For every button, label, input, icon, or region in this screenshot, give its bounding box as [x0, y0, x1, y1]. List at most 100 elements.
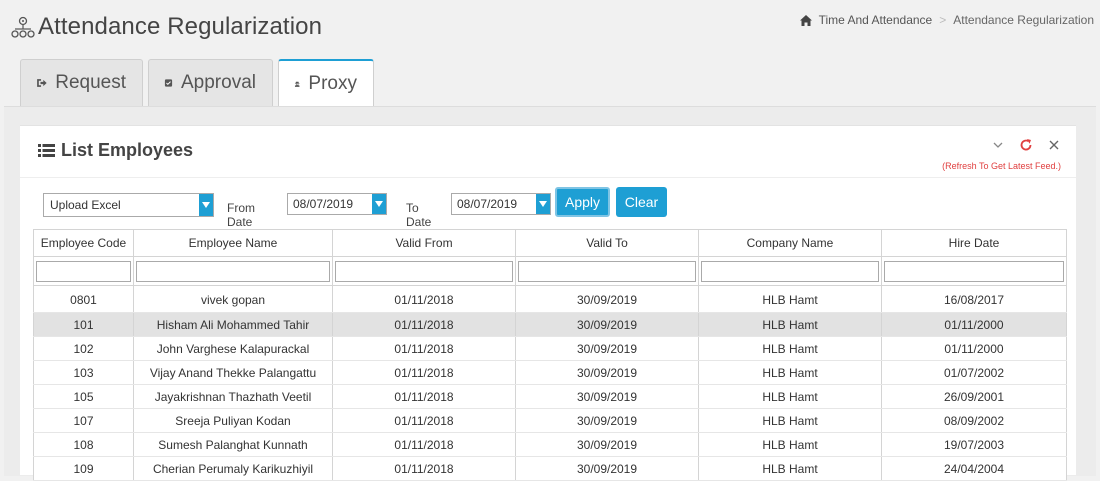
cell-company-name: HLB Hamt — [698, 360, 882, 385]
cell-hire-date: 01/11/2000 — [881, 312, 1067, 337]
upload-type-select[interactable]: Upload Excel — [43, 193, 214, 217]
table-row[interactable]: 107 Sreeja Puliyan Kodan 01/11/2018 30/0… — [33, 408, 1067, 433]
caret-down-icon — [375, 201, 383, 207]
list-icon — [38, 144, 55, 157]
sign-out-icon — [37, 79, 47, 87]
panel-title: List Employees — [38, 140, 193, 161]
filter-hire-date-input[interactable] — [884, 260, 1064, 282]
filter-employee-code-input[interactable] — [36, 260, 131, 282]
filter-cell — [698, 256, 882, 286]
cell-hire-date: 19/07/2003 — [881, 432, 1067, 457]
refresh-icon[interactable] — [1018, 137, 1034, 153]
tab-bar: Request Approval Proxy — [20, 59, 374, 107]
breadcrumb-current: Attendance Regularization — [953, 13, 1094, 27]
column-header-employee-code[interactable]: Employee Code — [33, 229, 134, 257]
from-date-dropdown-button[interactable] — [372, 194, 386, 214]
column-header-valid-to[interactable]: Valid To — [515, 229, 699, 257]
cell-valid-from: 01/11/2018 — [332, 408, 516, 433]
table-row[interactable]: 103 Vijay Anand Thekke Palangattu 01/11/… — [33, 360, 1067, 385]
cell-valid-to: 30/09/2019 — [515, 288, 699, 313]
breadcrumb-link-time-and-attendance[interactable]: Time And Attendance — [819, 13, 933, 27]
tab-request[interactable]: Request — [20, 59, 143, 106]
to-date-dropdown-button[interactable] — [536, 194, 550, 214]
tab-approval-label: Approval — [181, 72, 256, 93]
from-date-label: From Date — [227, 201, 255, 229]
cell-valid-to: 30/09/2019 — [515, 408, 699, 433]
cell-hire-date: 24/04/2004 — [881, 456, 1067, 481]
breadcrumb-separator: > — [939, 13, 947, 27]
collapse-chevron-down-icon[interactable] — [990, 137, 1006, 153]
cell-valid-from: 01/11/2018 — [332, 336, 516, 361]
table-row[interactable]: 105 Jayakrishnan Thazhath Veetil 01/11/2… — [33, 384, 1067, 409]
cell-employee-code: 108 — [33, 432, 134, 457]
close-icon[interactable] — [1046, 137, 1062, 153]
page-title: Attendance Regularization — [38, 13, 323, 40]
home-icon[interactable] — [799, 14, 812, 26]
cell-valid-from: 01/11/2018 — [332, 432, 516, 457]
to-date-value: 08/07/2019 — [457, 197, 518, 211]
clear-button[interactable]: Clear — [616, 187, 667, 217]
column-header-company-name[interactable]: Company Name — [698, 229, 882, 257]
column-header-employee-name[interactable]: Employee Name — [133, 229, 333, 257]
cell-company-name: HLB Hamt — [698, 384, 882, 409]
cell-hire-date: 01/07/2002 — [881, 360, 1067, 385]
cell-valid-from: 01/11/2018 — [332, 312, 516, 337]
upload-type-dropdown-button[interactable] — [199, 194, 213, 216]
cell-employee-code: 107 — [33, 408, 134, 433]
filter-employee-name-input[interactable] — [136, 260, 330, 282]
table-header-row: Employee Code Employee Name Valid From V… — [33, 229, 1067, 257]
panel-tools — [990, 137, 1062, 153]
table-row[interactable]: 101 Hisham Ali Mohammed Tahir 01/11/2018… — [33, 312, 1067, 337]
upload-type-value: Upload Excel — [50, 198, 121, 212]
filter-cell — [33, 256, 134, 286]
column-header-valid-from[interactable]: Valid From — [332, 229, 516, 257]
cell-company-name: HLB Hamt — [698, 312, 882, 337]
filter-company-name-input[interactable] — [701, 260, 879, 282]
cell-valid-to: 30/09/2019 — [515, 312, 699, 337]
apply-button[interactable]: Apply — [555, 187, 610, 217]
panel-header: List Employees (Refresh To Get Latest Fe… — [20, 126, 1076, 178]
cell-valid-to: 30/09/2019 — [515, 384, 699, 409]
tab-approval[interactable]: Approval — [148, 59, 273, 106]
cell-company-name: HLB Hamt — [698, 432, 882, 457]
filter-valid-from-input[interactable] — [335, 260, 513, 282]
cell-hire-date: 01/11/2000 — [881, 336, 1067, 361]
cell-hire-date: 08/09/2002 — [881, 408, 1067, 433]
column-header-hire-date[interactable]: Hire Date — [881, 229, 1067, 257]
employees-table: Employee Code Employee Name Valid From V… — [33, 229, 1067, 481]
cell-hire-date: 16/08/2017 — [881, 288, 1067, 313]
cell-employee-name: Hisham Ali Mohammed Tahir — [133, 312, 333, 337]
cell-employee-name: Vijay Anand Thekke Palangattu — [133, 360, 333, 385]
cell-employee-code: 102 — [33, 336, 134, 361]
cell-valid-to: 30/09/2019 — [515, 432, 699, 457]
page-header: Attendance Regularization Time And Atten… — [0, 0, 1100, 56]
cell-valid-from: 01/11/2018 — [332, 384, 516, 409]
cell-company-name: HLB Hamt — [698, 408, 882, 433]
cell-employee-name: Cherian Perumaly Karikuzhiyil — [133, 456, 333, 481]
from-date-value: 08/07/2019 — [293, 197, 354, 211]
cell-employee-code: 0801 — [33, 288, 134, 313]
table-body: 0801 vivek gopan 01/11/2018 30/09/2019 H… — [33, 285, 1067, 481]
table-row[interactable]: 0801 vivek gopan 01/11/2018 30/09/2019 H… — [33, 288, 1067, 313]
cell-valid-to: 30/09/2019 — [515, 360, 699, 385]
cell-employee-name: Sreeja Puliyan Kodan — [133, 408, 333, 433]
from-date-field[interactable]: 08/07/2019 — [287, 193, 387, 215]
table-row[interactable]: 109 Cherian Perumaly Karikuzhiyil 01/11/… — [33, 456, 1067, 481]
cell-valid-from: 01/11/2018 — [332, 456, 516, 481]
table-row[interactable]: 102 John Varghese Kalapurackal 01/11/201… — [33, 336, 1067, 361]
tab-proxy[interactable]: Proxy — [278, 59, 374, 107]
filter-cell — [133, 256, 333, 286]
filter-valid-to-input[interactable] — [518, 260, 696, 282]
filter-cell — [332, 256, 516, 286]
cell-employee-name: Sumesh Palanghat Kunnath — [133, 432, 333, 457]
caret-down-icon — [202, 202, 210, 208]
check-square-icon — [164, 79, 173, 87]
cell-employee-code: 103 — [33, 360, 134, 385]
cell-company-name: HLB Hamt — [698, 456, 882, 481]
table-row[interactable]: 108 Sumesh Palanghat Kunnath 01/11/2018 … — [33, 432, 1067, 457]
cell-hire-date: 26/09/2001 — [881, 384, 1067, 409]
cell-valid-from: 01/11/2018 — [332, 360, 516, 385]
cell-employee-code: 109 — [33, 456, 134, 481]
cell-employee-code: 101 — [33, 312, 134, 337]
to-date-field[interactable]: 08/07/2019 — [451, 193, 551, 215]
